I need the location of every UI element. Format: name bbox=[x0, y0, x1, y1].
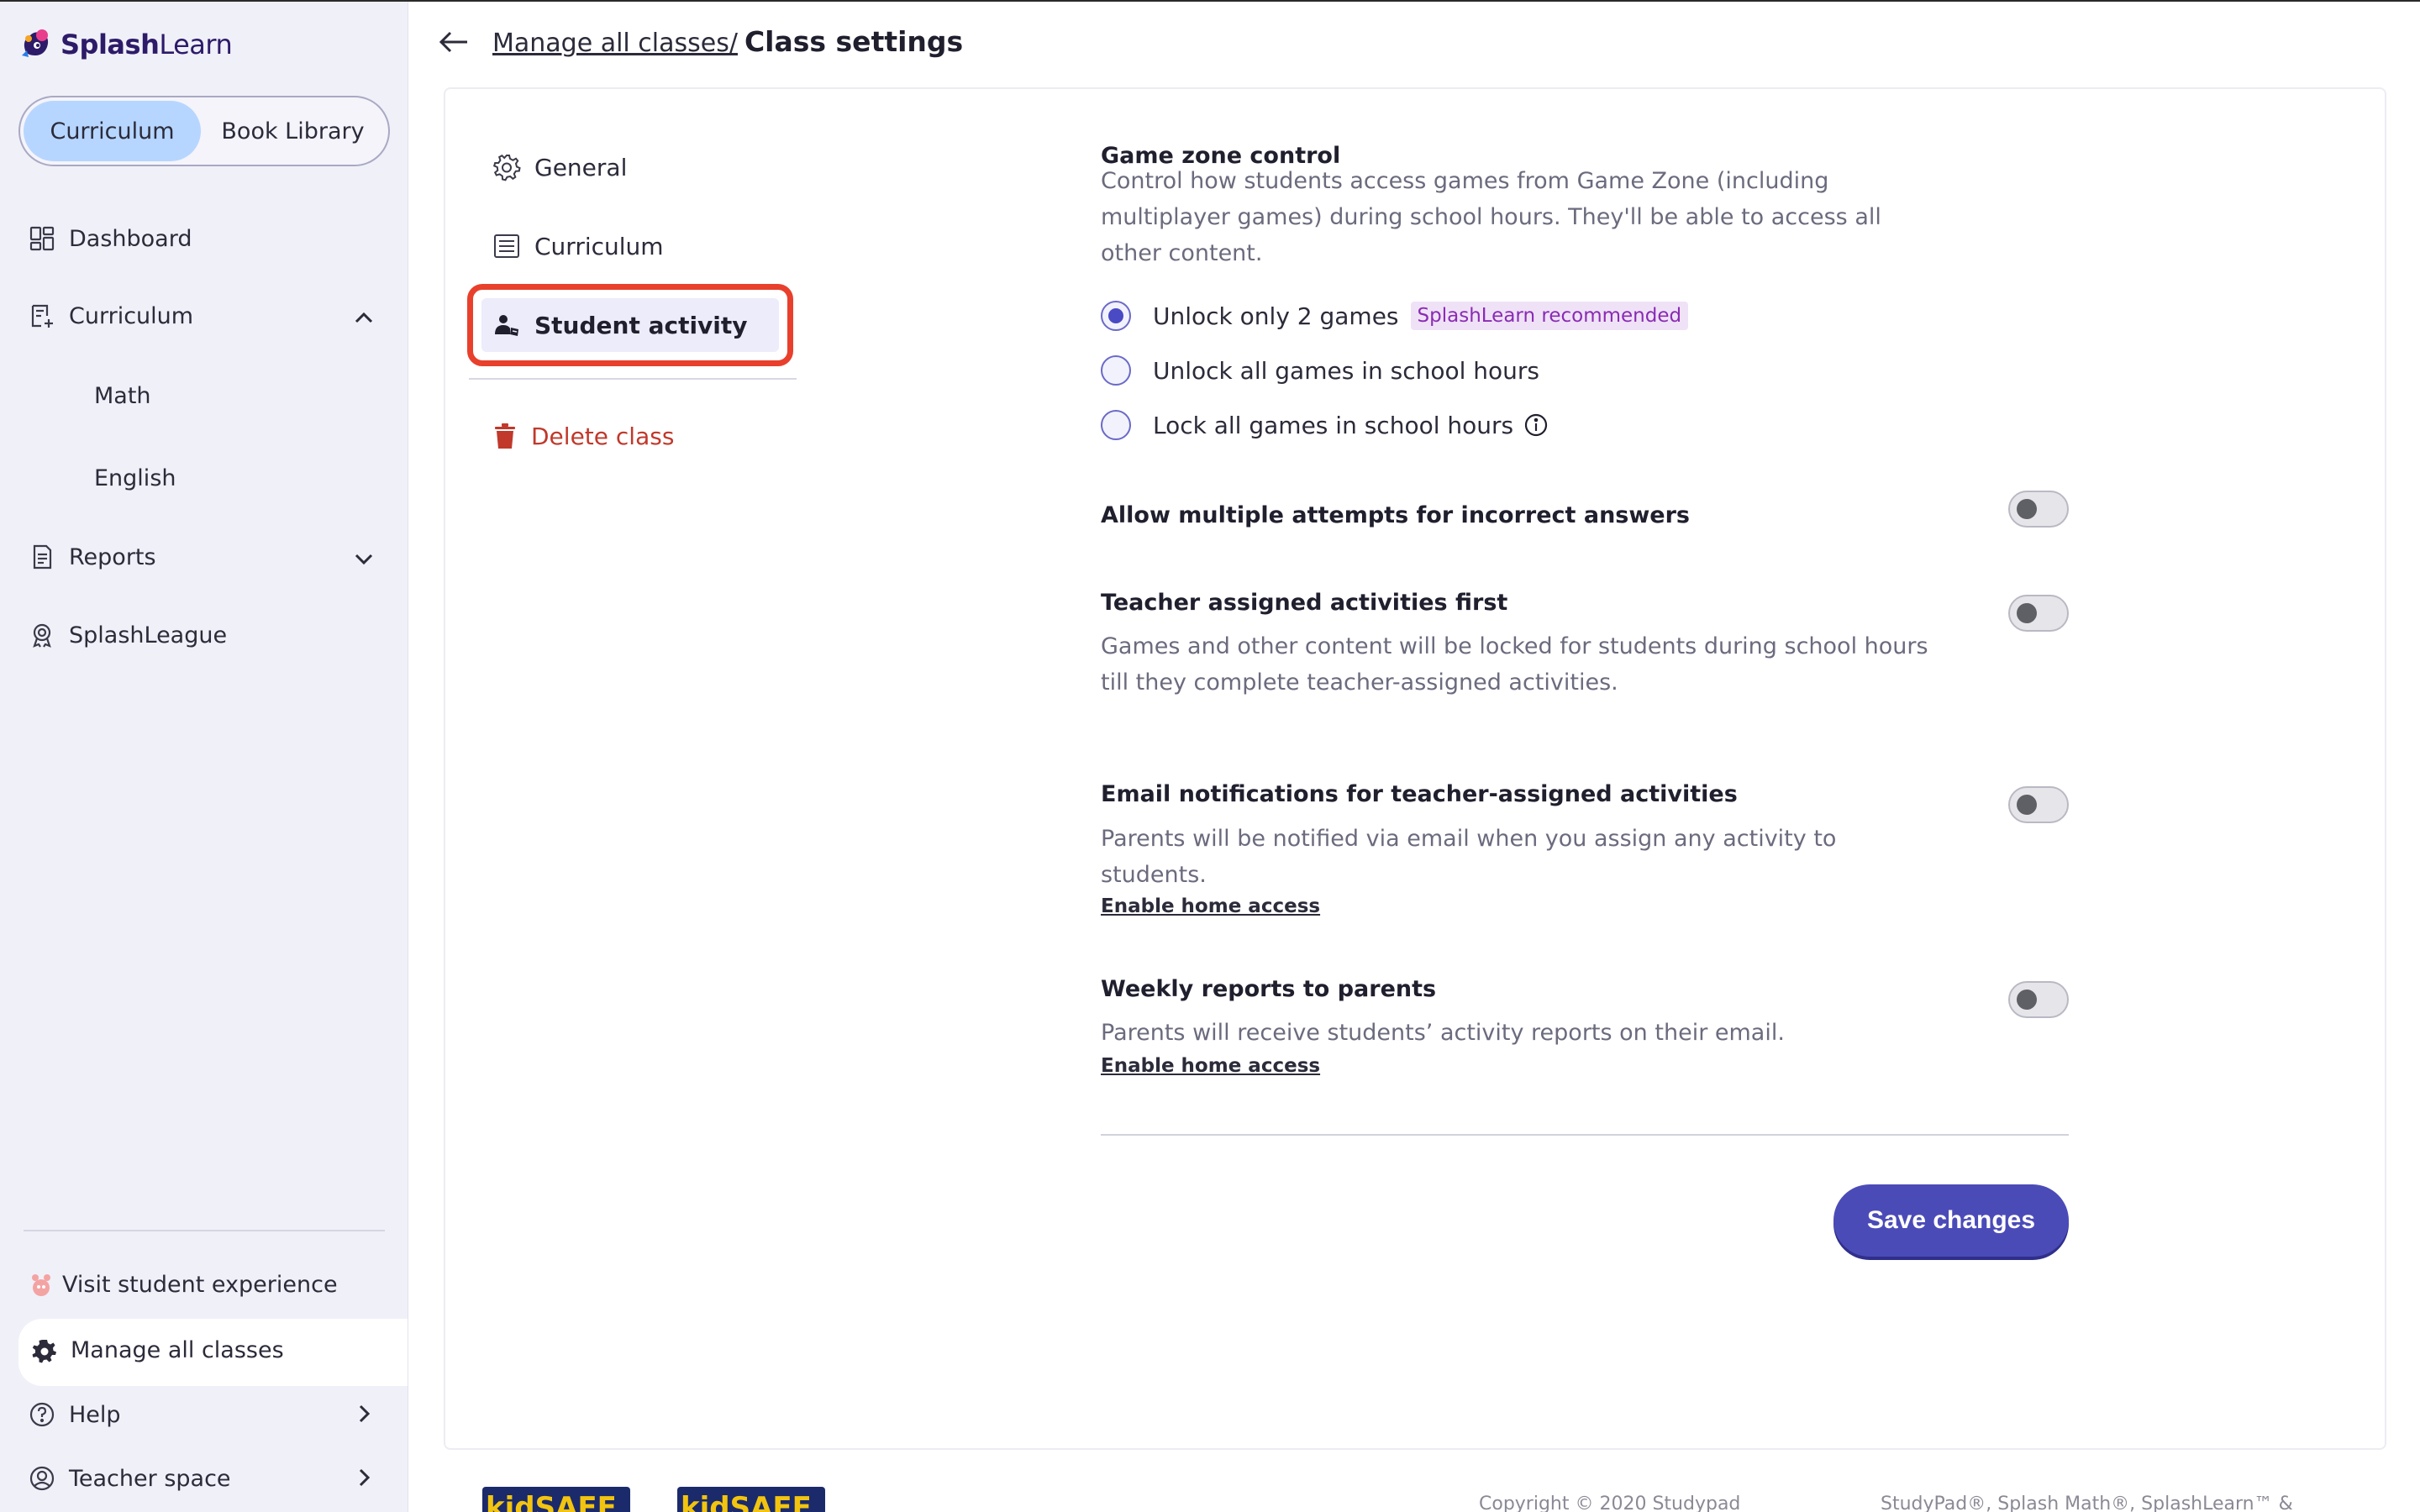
enable-home-access-link[interactable]: Enable home access bbox=[1101, 895, 1320, 917]
radio-lock-all-games[interactable]: Lock all games in school hours bbox=[1101, 410, 1549, 440]
sidebar-item-manage-all-classes[interactable]: Manage all classes bbox=[32, 1337, 284, 1363]
menu-item-student-activity[interactable]: Student activity bbox=[492, 311, 748, 339]
desc-line: Control how students access games from G… bbox=[1101, 168, 1829, 194]
page-title: Class settings bbox=[744, 25, 964, 58]
desc-line: multiplayer games) during school hours. … bbox=[1101, 204, 1881, 230]
multiple-attempts-toggle[interactable] bbox=[2008, 491, 2069, 528]
chevron-right-icon[interactable] bbox=[351, 1465, 376, 1490]
sidebar-item-splashleague[interactable]: SplashLeague bbox=[29, 622, 227, 648]
sidebar-item-label: SplashLeague bbox=[69, 622, 228, 648]
menu-item-curriculum[interactable]: Curriculum bbox=[492, 232, 664, 260]
content-divider bbox=[1101, 1134, 2069, 1136]
chevron-up-icon[interactable] bbox=[351, 306, 376, 331]
menu-item-label: Curriculum bbox=[534, 232, 664, 260]
sidebar-item-label: Curriculum bbox=[69, 302, 194, 329]
sidebar-item-math[interactable]: Math bbox=[94, 383, 151, 409]
sidebar-bottom-label: Manage all classes bbox=[71, 1337, 284, 1363]
book-library-tab[interactable]: Book Library bbox=[201, 101, 385, 161]
weekly-reports-toggle[interactable] bbox=[2008, 981, 2069, 1018]
teacher-first-description: Games and other content will be locked f… bbox=[1101, 628, 1928, 701]
radio-unlock-2-games[interactable]: Unlock only 2 games SplashLearn recommen… bbox=[1101, 301, 1689, 331]
menu-item-label: Student activity bbox=[534, 311, 748, 339]
sidebar-item-dashboard[interactable]: Dashboard bbox=[29, 225, 192, 252]
desc-line: till they complete teacher-assigned acti… bbox=[1101, 669, 1618, 696]
email-notifications-title: Email notifications for teacher-assigned… bbox=[1101, 781, 1738, 807]
user-circle-icon bbox=[29, 1466, 55, 1491]
game-zone-description: Control how students access games from G… bbox=[1101, 163, 1881, 271]
gear-outline-icon bbox=[492, 154, 521, 181]
student-mascot-icon bbox=[32, 1273, 50, 1296]
radio-button[interactable] bbox=[1101, 355, 1131, 386]
info-icon[interactable] bbox=[1523, 412, 1549, 438]
footer-copyright: Copyright © 2020 Studypad bbox=[1479, 1494, 1741, 1512]
brand-name: SplashLearn bbox=[60, 29, 233, 60]
trash-icon bbox=[495, 423, 515, 449]
footer-trademark: StudyPad®, Splash Math®, SplashLearn™ & bbox=[1881, 1494, 2293, 1512]
sidebar-divider bbox=[24, 1230, 385, 1231]
recommended-badge: SplashLearn recommended bbox=[1410, 302, 1689, 330]
desc-line: students. bbox=[1101, 862, 1207, 888]
weekly-reports-title: Weekly reports to parents bbox=[1101, 976, 1437, 1002]
email-notifications-toggle[interactable] bbox=[2008, 786, 2069, 823]
splashlearn-logo[interactable]: SplashLearn bbox=[17, 25, 233, 64]
sidebar-item-label: Reports bbox=[69, 543, 156, 570]
curriculum-library-switcher: Curriculum Book Library bbox=[18, 96, 390, 166]
dashboard-icon bbox=[29, 226, 55, 251]
breadcrumb-manage-all-classes[interactable]: Manage all classes/ bbox=[492, 29, 738, 58]
save-changes-button[interactable]: Save changes bbox=[1833, 1184, 2069, 1257]
radio-button[interactable] bbox=[1101, 301, 1131, 331]
email-notifications-description: Parents will be notified via email when … bbox=[1101, 821, 1836, 893]
sidebar-item-teacher-space[interactable]: Teacher space bbox=[29, 1465, 231, 1492]
sidebar-item-help[interactable]: Help bbox=[29, 1401, 121, 1428]
radio-label: Lock all games in school hours bbox=[1153, 411, 1514, 439]
sidebar-item-english[interactable]: English bbox=[94, 465, 176, 491]
kidsafe-logo-text: kidSAFE bbox=[486, 1491, 617, 1512]
visit-student-experience-link[interactable]: Visit student experience bbox=[30, 1272, 338, 1298]
sidebar-item-label: Dashboard bbox=[69, 225, 192, 252]
menu-item-label: General bbox=[534, 153, 628, 181]
chevron-down-icon[interactable] bbox=[351, 546, 376, 571]
student-activity-icon bbox=[495, 315, 518, 336]
reports-icon bbox=[33, 544, 52, 570]
league-badge-icon bbox=[33, 623, 51, 648]
multiple-attempts-title: Allow multiple attempts for incorrect an… bbox=[1101, 502, 1690, 528]
sidebar-bottom-label: Visit student experience bbox=[62, 1272, 338, 1298]
chevron-right-icon[interactable] bbox=[351, 1401, 376, 1426]
radio-button[interactable] bbox=[1101, 410, 1131, 440]
menu-item-delete-class[interactable]: Delete class bbox=[492, 422, 674, 450]
page-header: Manage all classes/ Class settings bbox=[439, 25, 963, 58]
kidsafe-logo[interactable]: kidSAFE bbox=[677, 1487, 825, 1512]
breadcrumb: Manage all classes/ Class settings bbox=[492, 25, 963, 58]
back-arrow-icon[interactable] bbox=[439, 29, 469, 55]
weekly-reports-description: Parents will receive students’ activity … bbox=[1101, 1015, 1785, 1051]
sidebar: SplashLearn Curriculum Book Library Dash… bbox=[0, 2, 408, 1512]
document-lines-icon bbox=[494, 234, 519, 258]
desc-line: other content. bbox=[1101, 240, 1263, 266]
enable-home-access-link[interactable]: Enable home access bbox=[1101, 1055, 1320, 1077]
menu-divider bbox=[469, 378, 797, 380]
logo-mark-icon bbox=[22, 29, 49, 57]
sidebar-item-reports[interactable]: Reports bbox=[29, 543, 156, 570]
help-circle-icon bbox=[29, 1402, 55, 1427]
menu-item-label: Delete class bbox=[531, 422, 675, 450]
sidebar-bottom-label: Teacher space bbox=[69, 1465, 231, 1492]
teacher-first-title: Teacher assigned activities first bbox=[1101, 590, 1508, 616]
kidsafe-logo[interactable]: kidSAFE bbox=[482, 1487, 630, 1512]
sidebar-item-curriculum[interactable]: Curriculum bbox=[29, 302, 193, 329]
desc-line: Parents will receive students’ activity … bbox=[1101, 1020, 1785, 1046]
teacher-first-toggle[interactable] bbox=[2008, 595, 2069, 632]
curriculum-tab[interactable]: Curriculum bbox=[24, 101, 202, 161]
radio-unlock-all-games[interactable]: Unlock all games in school hours bbox=[1101, 355, 1539, 386]
desc-line: Games and other content will be locked f… bbox=[1101, 633, 1928, 659]
kidsafe-logo-text: kidSAFE bbox=[681, 1491, 812, 1512]
sidebar-bottom-label: Help bbox=[69, 1401, 121, 1428]
radio-label: Unlock all games in school hours bbox=[1153, 356, 1540, 385]
radio-label: Unlock only 2 games bbox=[1153, 302, 1399, 330]
gear-icon bbox=[32, 1339, 56, 1362]
curriculum-list-icon bbox=[31, 304, 53, 328]
menu-item-general[interactable]: General bbox=[492, 153, 627, 181]
desc-line: Parents will be notified via email when … bbox=[1101, 826, 1837, 852]
